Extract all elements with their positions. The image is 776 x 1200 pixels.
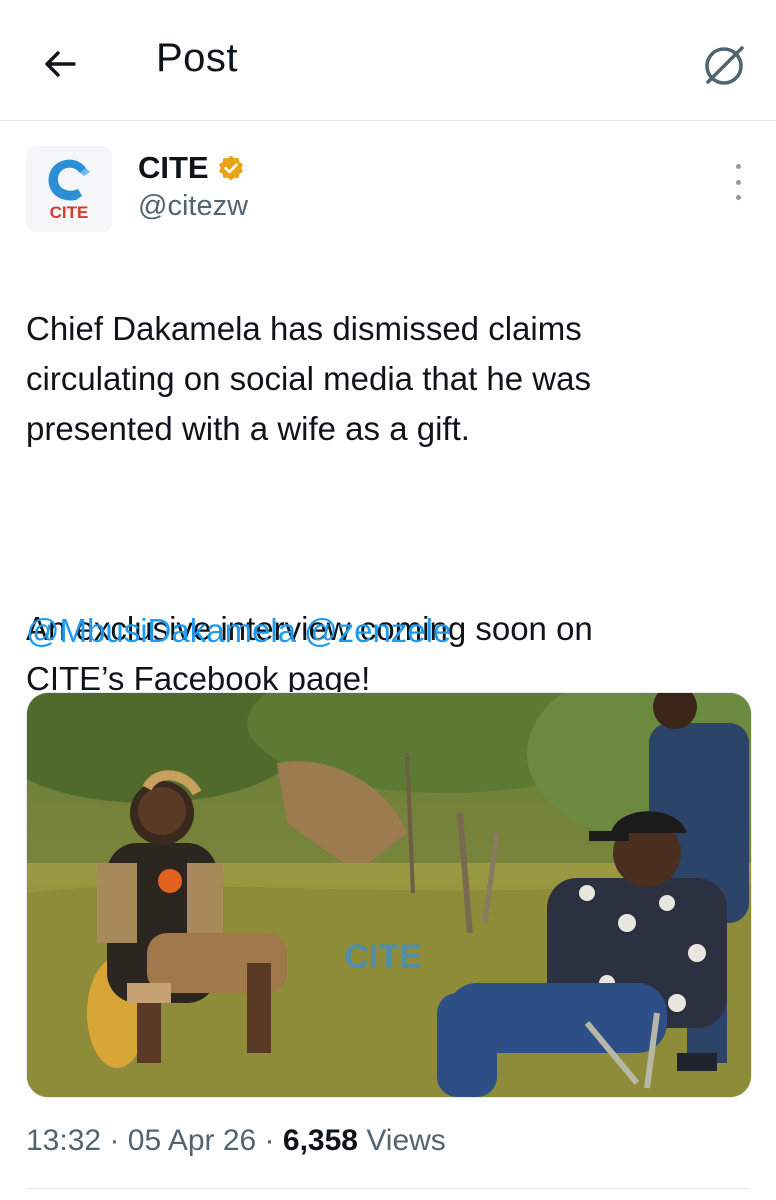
author-name[interactable]: CITE [138,150,209,186]
views-count: 6,358 [282,1124,358,1157]
arrow-left-icon [45,51,76,77]
post-metadata: 13:32 · 05 Apr 26 · 6,358 Views [26,1124,446,1158]
page-title: Post [156,36,239,80]
top-bar: Post [0,0,776,121]
separator: · [264,1124,275,1157]
views-label: Views [366,1124,446,1157]
dot-icon [735,179,741,185]
verified-badge-icon [218,155,243,181]
more-options-button[interactable] [728,164,748,200]
post-paragraph-1: Chief Dakamela has dismissed claims circ… [26,310,591,447]
dot-icon [735,164,741,169]
photo-illustration: CITE [27,693,751,1097]
author-handle[interactable]: @citezw [138,190,248,223]
divider [26,1188,750,1189]
mention-link[interactable]: @MbusiDakamela [26,612,296,649]
post-body: Chief Dakamela has dismissed claims circ… [26,254,746,754]
cite-logo: CITE [26,146,112,232]
svg-text:CITE: CITE [50,203,89,222]
dot-icon [735,195,741,200]
grok-icon [705,46,744,85]
grok-button[interactable] [694,36,754,96]
svg-text:CITE: CITE [344,938,421,976]
post-date[interactable]: 05 Apr 26 [128,1124,256,1157]
post-mentions: @MbusiDakamela @zenzele [26,606,459,656]
back-button[interactable] [32,36,88,92]
author-avatar[interactable]: CITE [26,146,112,232]
mention-link[interactable]: @zenzele [304,612,451,649]
separator: · [109,1124,120,1157]
author-name-row[interactable]: CITE [138,150,245,186]
post-image[interactable]: CITE [26,692,752,1098]
post-time[interactable]: 13:32 [26,1124,101,1157]
